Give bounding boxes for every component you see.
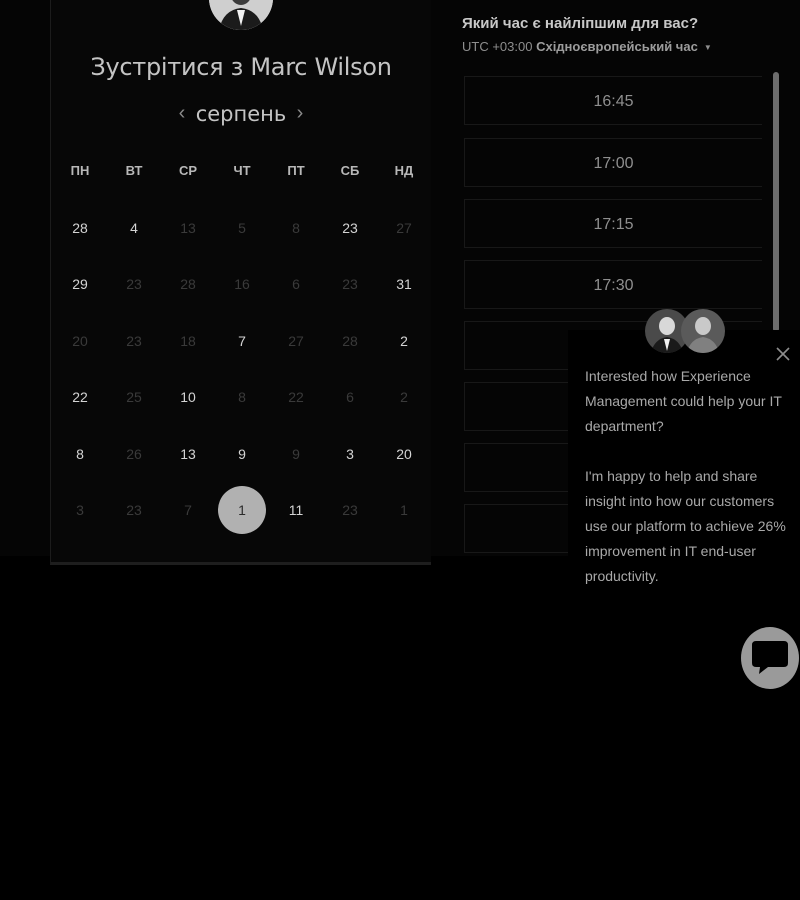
calendar-day: 27 (396, 220, 412, 236)
calendar-day: 8 (238, 389, 246, 405)
weekday-header: ПН ВТ СР ЧТ ПТ СБ НД (51, 163, 431, 183)
calendar-day[interactable]: 11 (272, 486, 320, 534)
close-icon[interactable] (774, 345, 792, 363)
calendar-day: 23 (126, 333, 142, 349)
chat-paragraph: I'm happy to help and share insight into… (585, 468, 786, 584)
weekday-label: ПН (70, 163, 90, 178)
calendar-day[interactable]: 28 (56, 204, 104, 252)
weekday-label: ЧТ (233, 163, 251, 178)
calendar-day: 28 (342, 333, 358, 349)
month-label: серпень (195, 102, 287, 126)
time-list-scrollbar[interactable] (773, 72, 779, 332)
calendar-day: 23 (342, 502, 358, 518)
time-slot-button[interactable]: 17:15 (464, 199, 762, 248)
calendar-day: 3 (76, 502, 84, 518)
calendar-panel: Зустрітися з Marc Wilson ‹ серпень › ПН … (50, 0, 431, 565)
calendar-day: 23 (126, 276, 142, 292)
calendar-day: 27 (288, 333, 304, 349)
meeting-title: Зустрітися з Marc Wilson (90, 53, 392, 81)
weekday-label: ВТ (125, 163, 143, 178)
calendar-day[interactable]: 31 (380, 260, 428, 308)
time-slot-button[interactable]: 17:00 (464, 138, 762, 187)
calendar-day[interactable]: 2 (380, 317, 428, 365)
calendar-day: 8 (292, 220, 300, 236)
calendar-day: 13 (180, 220, 196, 236)
agent-avatar (681, 309, 725, 353)
calendar-day: 23 (126, 502, 142, 518)
calendar-day: 22 (288, 389, 304, 405)
weekday-label: СБ (340, 163, 360, 178)
calendar-day: 16 (234, 276, 250, 292)
calendar-day: 6 (346, 389, 354, 405)
calendar-day[interactable]: 3 (326, 430, 374, 478)
calendar-day[interactable]: 22 (56, 373, 104, 421)
next-month-chevron-icon[interactable]: › (290, 102, 310, 125)
timezone-select[interactable]: UTC +03:00 Східноєвропейський час ▼ (462, 39, 712, 54)
calendar-day: 7 (184, 502, 192, 518)
time-slot-button[interactable]: 16:45 (464, 76, 762, 125)
time-question: Який час є найліпшим для вас? (462, 15, 699, 32)
calendar-day: 26 (126, 446, 142, 462)
time-slot-button[interactable]: 17:30 (464, 260, 762, 309)
calendar-day: 5 (238, 220, 246, 236)
calendar-day[interactable]: 13 (164, 430, 212, 478)
calendar-day[interactable]: 4 (110, 204, 158, 252)
calendar-day: 2 (400, 389, 408, 405)
calendar-day: 6 (292, 276, 300, 292)
calendar-day: 9 (292, 446, 300, 462)
calendar-day: 18 (180, 333, 196, 349)
calendar-day[interactable]: 7 (218, 317, 266, 365)
calendar-day[interactable]: 29 (56, 260, 104, 308)
chat-bubble-icon (750, 637, 790, 677)
calendar-day[interactable]: 10 (164, 373, 212, 421)
chat-paragraph: Interested how Experience Management cou… (585, 368, 782, 434)
time-picker-header: Який час є найліпшим для вас? UTC +03:00… (462, 15, 712, 54)
chat-message-text: Interested how Experience Management cou… (585, 364, 790, 614)
calendar-day[interactable]: 8 (56, 430, 104, 478)
weekday-label: НД (394, 163, 414, 178)
calendar-day[interactable]: 23 (326, 204, 374, 252)
calendar-day[interactable]: 20 (380, 430, 428, 478)
weekday-label: СР (178, 163, 198, 178)
calendar-day: 23 (342, 276, 358, 292)
calendar-day: 20 (72, 333, 88, 349)
caret-down-icon: ▼ (703, 43, 712, 53)
calendar-day: 1 (400, 502, 408, 518)
calendar-day[interactable]: 9 (218, 430, 266, 478)
month-navigation: ‹ серпень › (51, 100, 431, 130)
chat-launcher-button[interactable] (741, 627, 799, 689)
weekday-label: ПТ (287, 163, 305, 178)
calendar-day: 25 (126, 389, 142, 405)
timezone-name: Східноєвропейський час (536, 39, 698, 54)
chat-agent-avatars (645, 309, 725, 361)
timezone-offset: UTC +03:00 (462, 39, 533, 54)
host-avatar (209, 0, 273, 30)
calendar-day-selected[interactable]: 1 (218, 486, 266, 534)
calendar-day: 28 (180, 276, 196, 292)
